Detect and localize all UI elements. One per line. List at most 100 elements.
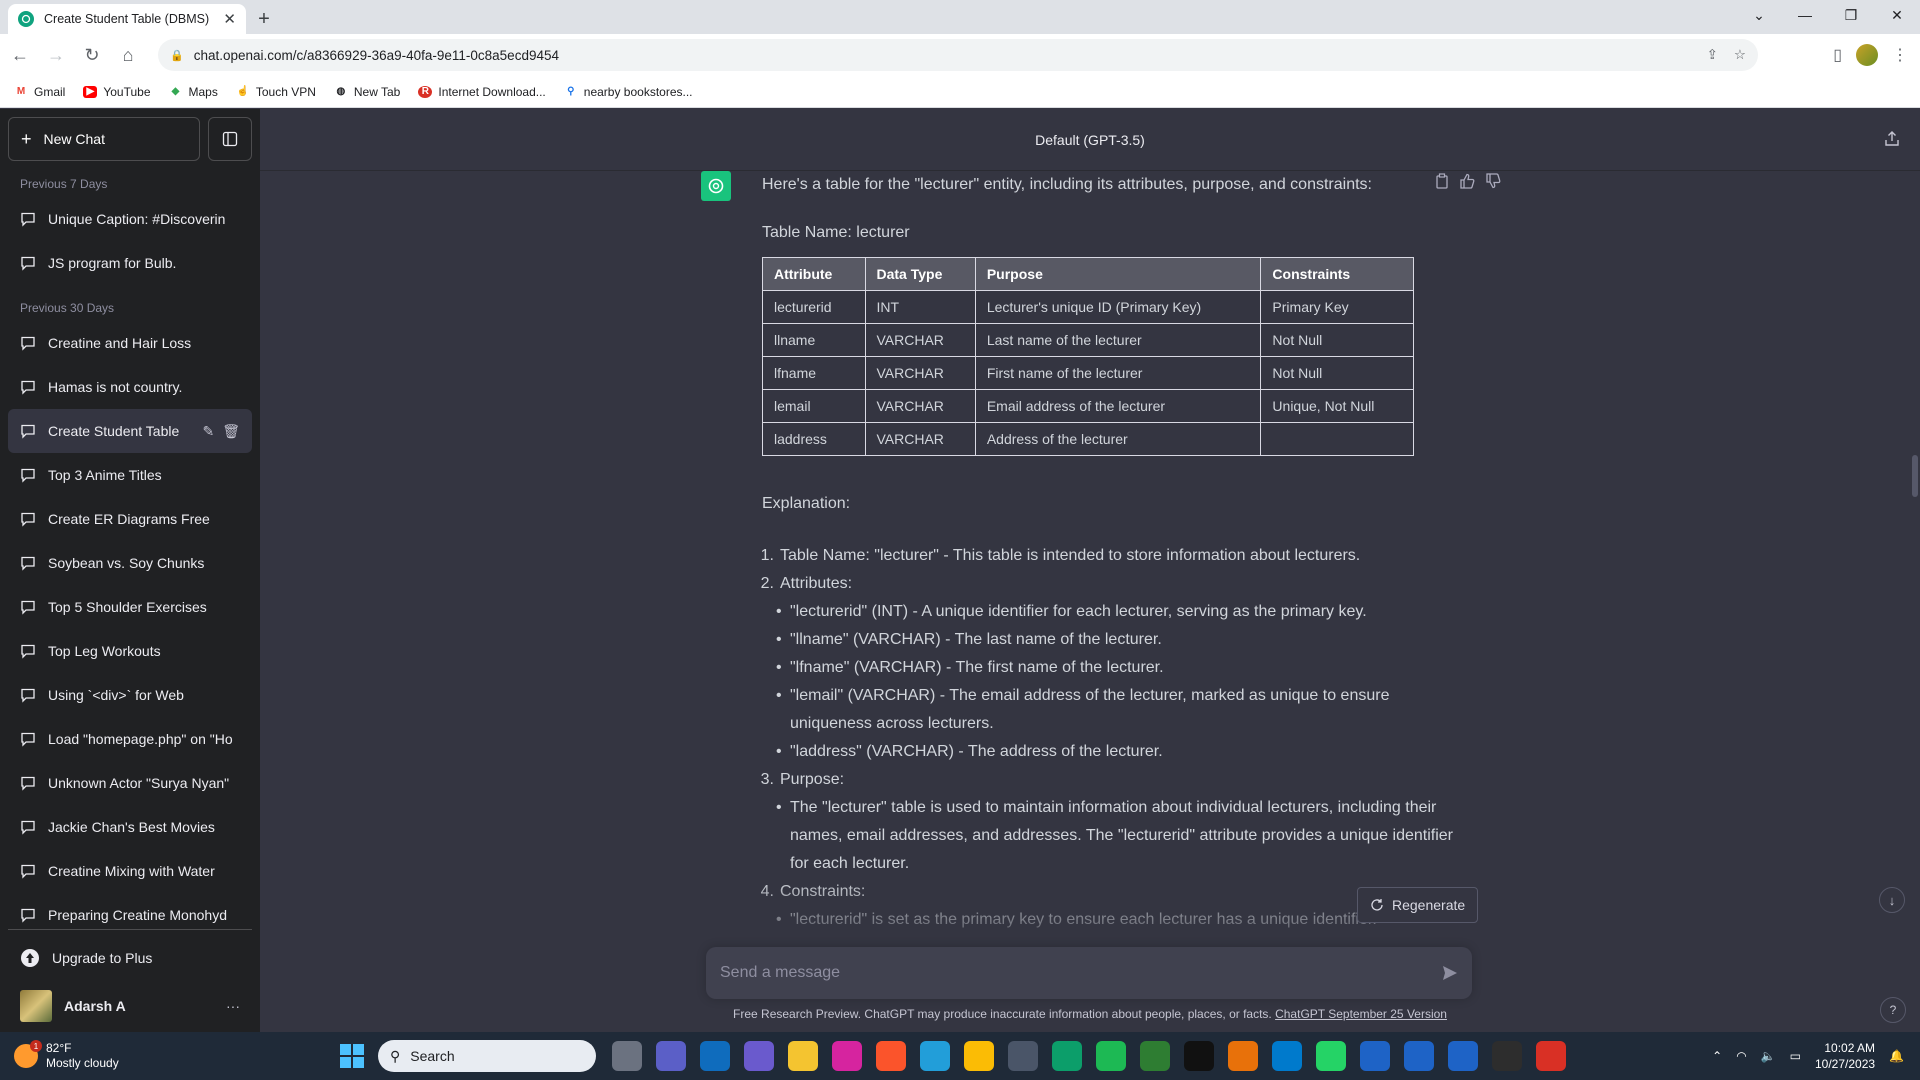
chrome-icon[interactable] xyxy=(964,1041,994,1071)
sidebar-chat-item[interactable]: Top Leg Workouts xyxy=(8,629,252,673)
back-icon[interactable]: ← xyxy=(4,39,36,71)
share-chat-icon[interactable] xyxy=(1884,131,1900,147)
table-cell: VARCHAR xyxy=(864,422,976,456)
scroll-to-bottom-button[interactable]: ↓ xyxy=(1879,887,1905,913)
minimize-icon[interactable]: — xyxy=(1782,0,1828,30)
file-explorer-icon[interactable] xyxy=(788,1041,818,1071)
table-header-cell: Purpose xyxy=(974,257,1262,291)
sidebar-chat-item[interactable]: Load "homepage.php" on "Ho xyxy=(8,717,252,761)
home-icon[interactable]: ⌂ xyxy=(112,39,144,71)
sidebar-chat-item[interactable]: JS program for Bulb. xyxy=(8,241,252,285)
sidebar-chat-item[interactable]: Creatine and Hair Loss xyxy=(8,321,252,365)
app-icon[interactable] xyxy=(1184,1041,1214,1071)
security-shield-icon[interactable] xyxy=(1404,1041,1434,1071)
side-panel-icon[interactable]: ▯ xyxy=(1833,45,1842,65)
sidebar-chat-item[interactable]: Using `<div>` for Web xyxy=(8,673,252,717)
scrollbar-thumb[interactable] xyxy=(1912,455,1918,497)
new-chat-button[interactable]: + New Chat xyxy=(8,117,200,161)
bookmark-new-tab[interactable]: ◍ New Tab xyxy=(334,85,401,99)
sidebar-chat-item[interactable]: Top 3 Anime Titles xyxy=(8,453,252,497)
spotify-icon[interactable] xyxy=(1096,1041,1126,1071)
version-link[interactable]: ChatGPT September 25 Version xyxy=(1275,1007,1447,1021)
menu-icon[interactable]: ⋮ xyxy=(1892,45,1908,65)
sidebar-chat-item[interactable]: Top 5 Shoulder Exercises xyxy=(8,585,252,629)
taskbar-search[interactable]: ⚲ Search xyxy=(378,1040,596,1072)
forward-icon[interactable]: → xyxy=(40,39,72,71)
chat-bubble-icon xyxy=(21,256,35,271)
thumbs-down-icon[interactable] xyxy=(1485,173,1501,189)
footer-text: Free Research Preview. ChatGPT may produ… xyxy=(733,1007,1272,1021)
sidebar-chat-item[interactable]: Unknown Actor "Surya Nyan" xyxy=(8,761,252,805)
restore-icon[interactable]: ❐ xyxy=(1828,0,1874,30)
browser-tab[interactable]: Create Student Table (DBMS) ✕ xyxy=(8,4,246,34)
security-shield-icon[interactable] xyxy=(1360,1041,1390,1071)
task-view-icon[interactable] xyxy=(612,1041,642,1071)
model-label[interactable]: Default (GPT-3.5) xyxy=(1035,132,1145,148)
bookmark-youtube[interactable]: ▶ YouTube xyxy=(83,85,151,99)
table-cell: Not Null xyxy=(1260,356,1414,390)
close-window-icon[interactable]: ✕ xyxy=(1874,0,1920,30)
bookmark-touch-vpn[interactable]: ☝ Touch VPN xyxy=(236,85,316,99)
battery-icon[interactable]: ▭ xyxy=(1790,1049,1801,1063)
upgrade-to-plus-button[interactable]: Upgrade to Plus xyxy=(8,936,252,980)
table-cell: Unique, Not Null xyxy=(1260,389,1414,423)
sidebar-chat-item[interactable]: Create Student Table ✎ 🗑 xyxy=(8,409,252,453)
tab-search-icon[interactable]: ⌄ xyxy=(1736,0,1782,30)
address-bar[interactable]: 🔒 chat.openai.com/c/a8366929-36a9-40fa-9… xyxy=(158,39,1758,71)
chrome-profile-icon[interactable] xyxy=(1228,1041,1258,1071)
sub-bullet: "llname" (VARCHAR) - The last name of th… xyxy=(776,626,1462,654)
notification-icon[interactable]: 🔔 xyxy=(1889,1049,1904,1063)
sidebar-chat-item[interactable]: Create ER Diagrams Free xyxy=(8,497,252,541)
delete-icon[interactable]: 🗑 xyxy=(222,423,240,440)
brave-icon[interactable] xyxy=(876,1041,906,1071)
message-input[interactable]: Send a message xyxy=(706,947,1472,999)
bookmark-nearby-bookstores[interactable]: ⚲ nearby bookstores... xyxy=(564,85,692,99)
upwork-icon[interactable] xyxy=(1140,1041,1170,1071)
windows-start-icon[interactable] xyxy=(340,1044,364,1068)
terminal-icon[interactable] xyxy=(1492,1041,1522,1071)
show-hidden-icons[interactable]: ⌃ xyxy=(1712,1049,1722,1063)
close-tab-icon[interactable]: ✕ xyxy=(223,10,236,28)
telegram-icon[interactable] xyxy=(920,1041,950,1071)
bookmark-star-icon[interactable]: ☆ xyxy=(1734,47,1746,63)
store-icon[interactable] xyxy=(1008,1041,1038,1071)
instagram-icon[interactable] xyxy=(832,1041,862,1071)
more-options-icon[interactable]: ··· xyxy=(226,998,240,1014)
table-cell xyxy=(1260,422,1414,456)
weather-widget[interactable]: 1 82°F Mostly cloudy xyxy=(0,1040,340,1071)
regenerate-label: Regenerate xyxy=(1392,897,1466,913)
user-menu[interactable]: Adarsh A ··· xyxy=(8,980,252,1032)
upgrade-label: Upgrade to Plus xyxy=(52,950,153,966)
vscode-icon[interactable] xyxy=(1272,1041,1302,1071)
table-cell: VARCHAR xyxy=(864,389,976,423)
whatsapp-icon[interactable] xyxy=(1316,1041,1346,1071)
sidebar-chat-item[interactable]: Unique Caption: #Discoverin xyxy=(8,197,252,241)
hide-sidebar-button[interactable] xyxy=(208,117,252,161)
regenerate-button[interactable]: Regenerate xyxy=(1357,887,1479,923)
profile-avatar[interactable] xyxy=(1856,44,1878,66)
point-text: Attributes: xyxy=(780,575,853,592)
pdf-app-icon[interactable] xyxy=(744,1041,774,1071)
edge-icon[interactable] xyxy=(1052,1041,1082,1071)
bookmark-maps[interactable]: ◆ Maps xyxy=(169,85,218,99)
security-shield-icon[interactable] xyxy=(1448,1041,1478,1071)
sidebar-chat-item[interactable]: Hamas is not country. xyxy=(8,365,252,409)
sidebar-chat-item[interactable]: Creatine Mixing with Water xyxy=(8,849,252,893)
sidebar-chat-item[interactable]: Soybean vs. Soy Chunks xyxy=(8,541,252,585)
bookmark-internet-download[interactable]: R Internet Download... xyxy=(418,85,546,99)
chrome-active-icon[interactable] xyxy=(1536,1041,1566,1071)
table-header-cell: Constraints xyxy=(1260,257,1414,291)
volume-icon[interactable]: 🔈 xyxy=(1761,1049,1776,1063)
help-button[interactable]: ? xyxy=(1880,997,1906,1023)
clock[interactable]: 10:02 AM 10/27/2023 xyxy=(1815,1040,1875,1072)
bookmark-gmail[interactable]: M Gmail xyxy=(14,85,66,99)
sidebar-chat-item[interactable]: Jackie Chan's Best Movies xyxy=(8,805,252,849)
bing-icon[interactable] xyxy=(700,1041,730,1071)
reload-icon[interactable]: ↻ xyxy=(76,39,108,71)
send-icon[interactable] xyxy=(1442,965,1458,981)
share-page-icon[interactable]: ⇪ xyxy=(1707,47,1718,63)
wifi-icon[interactable]: ◠ xyxy=(1736,1049,1746,1063)
edit-icon[interactable]: ✎ xyxy=(202,423,214,440)
teams-icon[interactable] xyxy=(656,1041,686,1071)
new-tab-button[interactable]: + xyxy=(246,4,282,34)
